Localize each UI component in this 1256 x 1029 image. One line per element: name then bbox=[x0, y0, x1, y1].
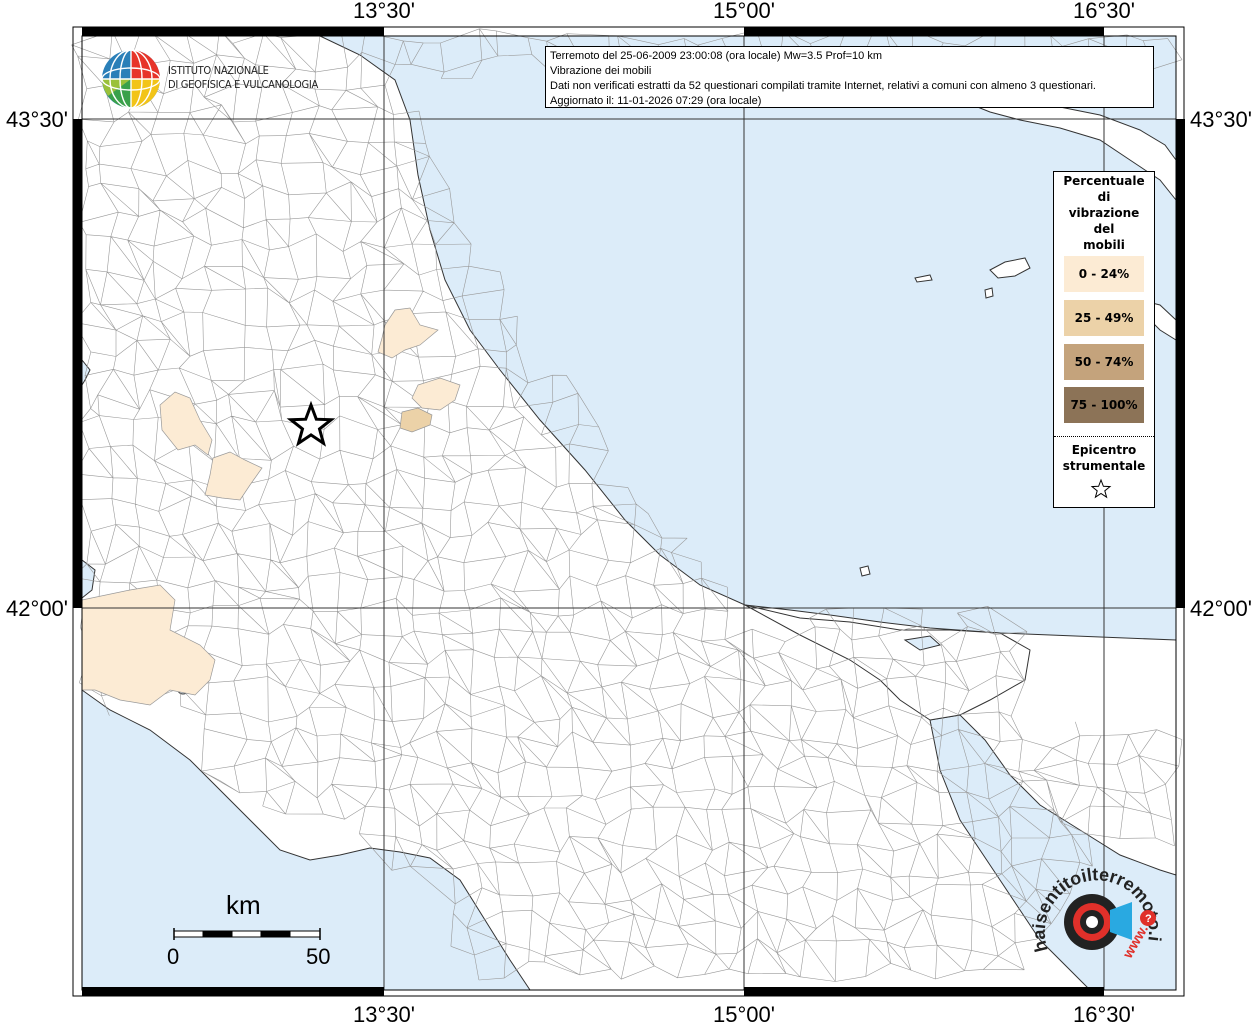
ingv-org-name: ISTITUTO NAZIONALE DI GEOFISICA E VULCAN… bbox=[168, 64, 318, 92]
legend-epicenter-label: Epicentro strumentale bbox=[1054, 442, 1154, 474]
data-note-line: Dati non verificati estratti da 52 quest… bbox=[550, 80, 1096, 92]
seismic-map: 13°30' 15°00' 16°30' 13°30' 15°00' 16°30… bbox=[0, 0, 1256, 1027]
lon-label-bottom: 13°30' bbox=[353, 1002, 415, 1024]
scale-unit: km bbox=[226, 890, 261, 920]
lon-label-top: 15°00' bbox=[713, 0, 775, 23]
legend: Percentuale di vibrazione del mobili 0 -… bbox=[1053, 171, 1155, 508]
org-line-1: ISTITUTO NAZIONALE bbox=[168, 64, 269, 77]
event-line: Terremoto del 25-06-2009 23:00:08 (ora l… bbox=[550, 50, 883, 62]
legend-title-line: mobili bbox=[1083, 238, 1125, 252]
scale-max-label: 50 bbox=[306, 944, 331, 969]
svg-text:?: ? bbox=[1145, 913, 1152, 925]
scale-min-label: 0 bbox=[167, 944, 180, 969]
legend-class-swatch: 75 - 100% bbox=[1064, 387, 1144, 423]
scale-bar: km 0 50 bbox=[160, 890, 340, 970]
lon-label-top: 16°30' bbox=[1073, 0, 1135, 23]
lat-label-left: 42°00' bbox=[6, 596, 68, 621]
legend-class-swatch: 25 - 49% bbox=[1064, 300, 1144, 336]
haisentito-logo-icon: haisentitoilterremoto.it ? www. bbox=[1027, 844, 1165, 962]
legend-title-line: di bbox=[1097, 190, 1111, 204]
org-line-2: DI GEOFISICA E VULCANOLOGIA bbox=[168, 78, 318, 91]
legend-class-swatch: 50 - 74% bbox=[1064, 344, 1144, 380]
haisentito-logo: haisentitoilterremoto.it ? www. bbox=[1027, 844, 1180, 990]
legend-divider bbox=[1054, 436, 1154, 437]
legend-class-swatch: 0 - 24% bbox=[1064, 256, 1144, 292]
event-info-box: Terremoto del 25-06-2009 23:00:08 (ora l… bbox=[545, 46, 1154, 108]
legend-title-line: vibrazione bbox=[1068, 206, 1140, 220]
legend-epi-line: Epicentro bbox=[1071, 443, 1137, 457]
lon-label-bottom: 15°00' bbox=[713, 1002, 775, 1024]
lon-label-top: 13°30' bbox=[353, 0, 415, 23]
island bbox=[859, 565, 871, 577]
legend-star-icon bbox=[1090, 478, 1112, 499]
lat-label-right: 43°30' bbox=[1190, 107, 1252, 132]
legend-epi-line: strumentale bbox=[1062, 459, 1146, 473]
globe-logo-icon bbox=[101, 49, 161, 109]
legend-title-line: del bbox=[1093, 222, 1115, 236]
measure-line: Vibrazione dei mobili bbox=[550, 65, 652, 77]
ingv-logo: ISTITUTO NAZIONALE DI GEOFISICA E VULCAN… bbox=[100, 48, 320, 110]
lat-label-left: 43°30' bbox=[6, 107, 68, 132]
croatia-island bbox=[984, 287, 994, 299]
lat-label-right: 42°00' bbox=[1190, 596, 1252, 621]
legend-title-line: Percentuale bbox=[1063, 174, 1145, 188]
lon-label-bottom: 16°30' bbox=[1073, 1002, 1135, 1024]
legend-title: Percentuale di vibrazione del mobili bbox=[1054, 172, 1154, 253]
scale-ruler bbox=[173, 928, 321, 940]
updated-line: Aggiornato il: 11-01-2026 07:29 (ora loc… bbox=[550, 95, 762, 107]
